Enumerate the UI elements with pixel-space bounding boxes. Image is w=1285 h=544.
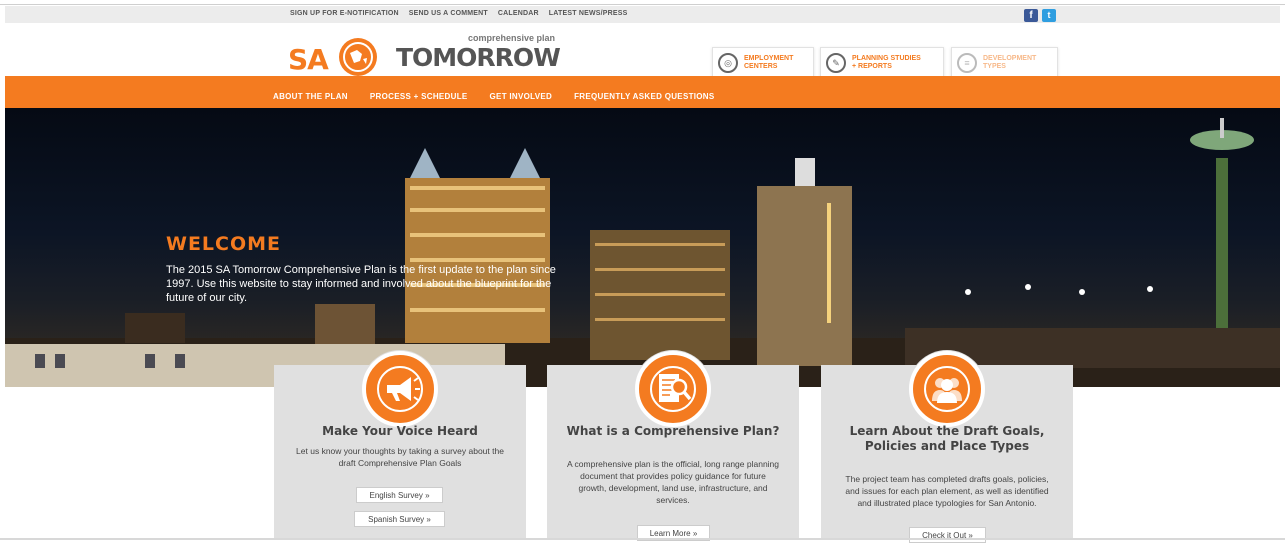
nav-get-involved[interactable]: GET INVOLVED	[490, 92, 553, 101]
people-icon	[924, 366, 970, 412]
twitter-icon[interactable]: t	[1042, 9, 1056, 22]
hero-heading: WELCOME	[166, 233, 282, 255]
site-header: comprehensive plan SA TOMORROW ◎ EMPLOYM…	[5, 23, 1280, 79]
check-it-out-button[interactable]: Check it Out »	[909, 527, 986, 543]
card-title: Make Your Voice Heard	[322, 424, 478, 438]
development-types-link[interactable]: ≡ DEVELOPMENT TYPES	[951, 47, 1058, 79]
logo-tomorrow: TOMORROW	[396, 43, 561, 72]
card-title: What is a Comprehensive Plan?	[566, 424, 780, 438]
megaphone-icon	[377, 366, 423, 412]
spanish-survey-button[interactable]: Spanish Survey »	[354, 511, 445, 527]
nav-faq[interactable]: FREQUENTLY ASKED QUESTIONS	[574, 92, 714, 101]
site-logo[interactable]: comprehensive plan SA TOMORROW	[288, 33, 563, 77]
document-search-icon	[650, 366, 696, 412]
quick-link-label: DEVELOPMENT TYPES	[983, 55, 1037, 70]
card-body: The project team has completed drafts go…	[845, 474, 1049, 508]
globe-icon	[339, 38, 377, 76]
card-icon-circle	[362, 351, 438, 427]
pencil-icon: ✎	[826, 53, 846, 73]
top-border	[0, 0, 1285, 5]
card-draft-goals: Learn About the Draft Goals, Policies an…	[821, 351, 1073, 543]
signup-link[interactable]: SIGN UP FOR E-NOTIFICATION	[290, 10, 399, 17]
facebook-icon[interactable]: f	[1024, 9, 1038, 22]
quick-link-label: PLANNING STUDIES + REPORTS	[852, 55, 921, 70]
card-icon-circle	[635, 351, 711, 427]
news-press-link[interactable]: LATEST NEWS/PRESS	[549, 10, 628, 17]
quick-link-label: EMPLOYMENT CENTERS	[744, 55, 794, 70]
utility-links: SIGN UP FOR E-NOTIFICATION SEND US A COM…	[290, 10, 628, 17]
hero-text: The 2015 SA Tomorrow Comprehensive Plan …	[166, 264, 556, 304]
main-nav: ABOUT THE PLAN PROCESS + SCHEDULE GET IN…	[5, 76, 1280, 108]
calendar-link[interactable]: CALENDAR	[498, 10, 539, 17]
card-title: Learn About the Draft Goals, Policies an…	[849, 424, 1045, 453]
card-icon-circle	[909, 351, 985, 427]
planning-studies-link[interactable]: ✎ PLANNING STUDIES + REPORTS	[820, 47, 944, 79]
nav-process-schedule[interactable]: PROCESS + SCHEDULE	[370, 92, 468, 101]
card-voice-heard: Make Your Voice Heard Let us know your t…	[274, 351, 526, 540]
utility-bar: SIGN UP FOR E-NOTIFICATION SEND US A COM…	[5, 6, 1280, 23]
card-comprehensive-plan: What is a Comprehensive Plan? A comprehe…	[547, 351, 799, 541]
send-comment-link[interactable]: SEND US A COMMENT	[409, 10, 488, 17]
english-survey-button[interactable]: English Survey »	[356, 487, 443, 503]
social-links: f t	[1024, 9, 1056, 22]
nav-about-the-plan[interactable]: ABOUT THE PLAN	[273, 92, 348, 101]
layers-icon: ≡	[957, 53, 977, 73]
hero-banner: WELCOME The 2015 SA Tomorrow Comprehensi…	[5, 108, 1280, 387]
employment-centers-link[interactable]: ◎ EMPLOYMENT CENTERS	[712, 47, 814, 79]
card-body: Let us know your thoughts by taking a su…	[296, 446, 504, 468]
card-body: A comprehensive plan is the official, lo…	[567, 459, 780, 505]
target-icon: ◎	[718, 53, 738, 73]
logo-tagline: comprehensive plan	[468, 33, 556, 43]
logo-sa: SA	[288, 43, 329, 76]
